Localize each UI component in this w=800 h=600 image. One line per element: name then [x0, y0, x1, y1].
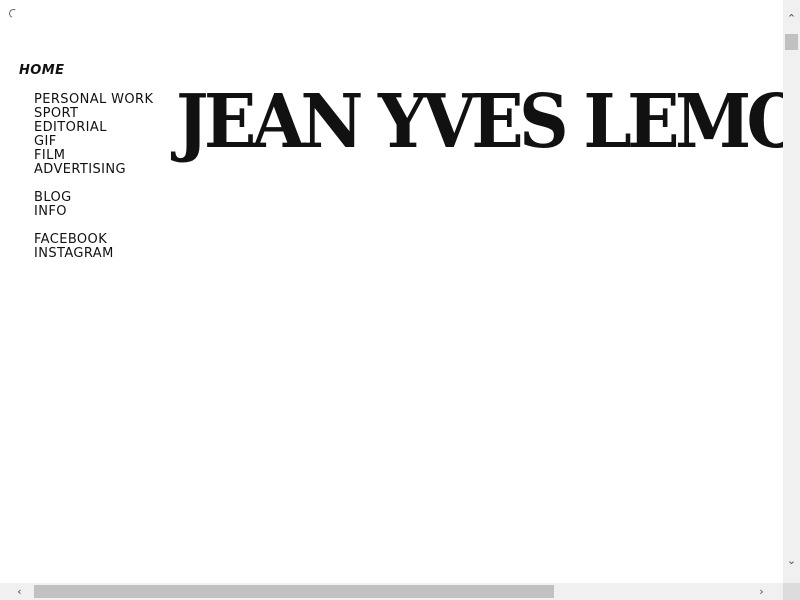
scrollbar-corner	[783, 583, 800, 600]
nav-advertising-link[interactable]: ADVERTISING	[34, 163, 153, 177]
chevron-down-icon[interactable]: ⌄	[783, 552, 800, 569]
nav-sport-link[interactable]: SPORT	[34, 107, 153, 121]
nav-facebook-link[interactable]: FACEBOOK	[34, 233, 153, 247]
nav-work-group: PERSONAL WORK SPORT EDITORIAL GIF FILM A…	[34, 93, 153, 177]
chevron-up-icon[interactable]: ⌃	[783, 10, 800, 27]
nav-home-link[interactable]: HOME	[19, 64, 153, 78]
nav-personal-work-link[interactable]: PERSONAL WORK	[34, 93, 153, 107]
nav-info-link[interactable]: INFO	[34, 205, 153, 219]
vertical-scrollbar[interactable]: ⌃ ⌄	[783, 0, 800, 583]
nav-instagram-link[interactable]: INSTAGRAM	[34, 247, 153, 261]
horizontal-scrollbar-thumb[interactable]	[34, 585, 554, 598]
nav-social-group: FACEBOOK INSTAGRAM	[34, 233, 153, 261]
chevron-left-icon[interactable]: ‹	[11, 583, 28, 600]
nav-film-link[interactable]: FILM	[34, 149, 153, 163]
main-nav: HOME PERSONAL WORK SPORT EDITORIAL GIF F…	[19, 64, 153, 275]
nav-pages-group: BLOG INFO	[34, 191, 153, 219]
vertical-scrollbar-thumb[interactable]	[785, 34, 798, 50]
page-viewport: HOME PERSONAL WORK SPORT EDITORIAL GIF F…	[0, 0, 783, 583]
chevron-right-icon[interactable]: ›	[753, 583, 770, 600]
nav-gif-link[interactable]: GIF	[34, 135, 153, 149]
horizontal-scrollbar[interactable]: ‹ ›	[0, 583, 783, 600]
nav-blog-link[interactable]: BLOG	[34, 191, 153, 205]
site-title: JEAN YVES LEMOIGNE	[176, 79, 783, 165]
loading-spinner-icon	[7, 7, 20, 20]
nav-editorial-link[interactable]: EDITORIAL	[34, 121, 153, 135]
